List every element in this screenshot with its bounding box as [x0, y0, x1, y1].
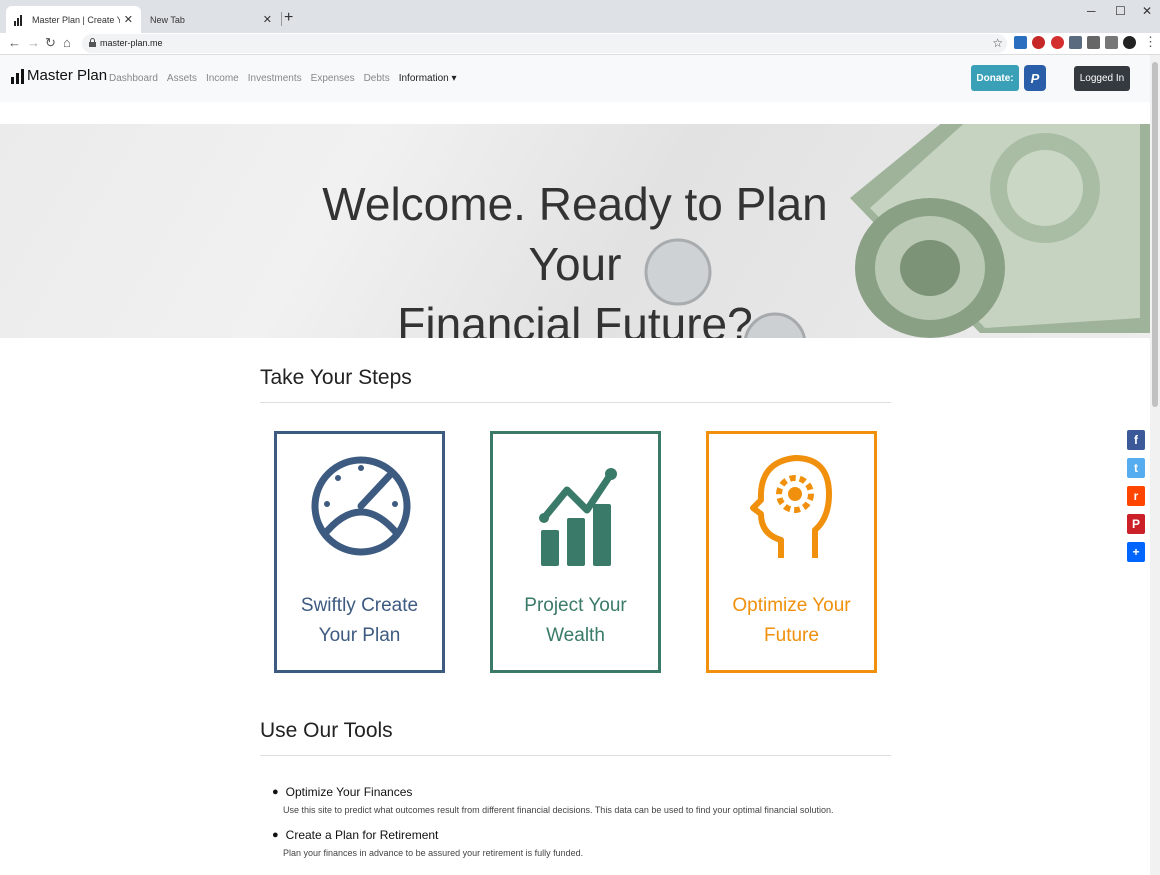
nav-link-debts[interactable]: Debts — [364, 73, 390, 84]
new-tab-button[interactable]: + — [284, 9, 293, 27]
bullet-icon: ● — [272, 829, 279, 841]
browser-menu-icon[interactable]: ⋮ — [1144, 34, 1157, 50]
tab-close-icon[interactable]: ✕ — [124, 13, 133, 26]
bullet-icon: ● — [272, 786, 279, 798]
tab-divider — [281, 12, 282, 26]
home-button[interactable]: ⌂ — [63, 35, 71, 50]
facebook-share-icon[interactable]: f — [1127, 430, 1145, 450]
steps-heading: Take Your Steps — [260, 366, 412, 389]
donate-button[interactable]: Donate: — [971, 65, 1019, 91]
head-gear-icon — [750, 455, 832, 558]
tab-master-plan[interactable]: Master Plan | Create Your Financ ✕ — [6, 6, 141, 33]
extension-icon[interactable] — [1014, 36, 1027, 49]
tools-heading: Use Our Tools — [260, 719, 393, 742]
extension-icon[interactable] — [1051, 36, 1064, 49]
chart-logo-icon — [11, 68, 24, 84]
card-create-plan[interactable]: Swiftly Create Your Plan — [274, 431, 445, 673]
avatar[interactable] — [1123, 36, 1136, 49]
media-icon[interactable] — [1105, 36, 1118, 49]
card-label-line2: Future — [764, 625, 819, 646]
maximize-button[interactable]: ☐ — [1115, 4, 1126, 18]
card-label-line1: Project Your — [524, 595, 627, 616]
hero-title: Welcome. Ready to Plan Your Financial Fu… — [290, 174, 860, 338]
back-button[interactable]: ← — [8, 35, 21, 50]
information-dropdown[interactable]: Information ▾ — [399, 73, 457, 84]
nav-link-expenses[interactable]: Expenses — [311, 73, 355, 84]
scrollbar-thumb[interactable] — [1152, 62, 1158, 407]
card-label-line2: Your Plan — [318, 625, 401, 646]
brand-name: Master Plan — [27, 67, 108, 84]
tab-close-icon[interactable]: ✕ — [263, 13, 272, 26]
tab-title: New Tab — [150, 14, 185, 25]
bookmark-star-icon[interactable]: ☆ — [992, 36, 1003, 50]
hero-banner: Welcome. Ready to Plan Your Financial Fu… — [0, 124, 1150, 338]
minimize-button[interactable]: ─ — [1087, 4, 1096, 18]
address-bar[interactable]: master-plan.me ☆ — [82, 34, 1007, 53]
card-label-line1: Swiftly Create — [300, 595, 419, 616]
card-optimize-future[interactable]: Optimize Your Future — [706, 431, 877, 673]
nav-link-investments[interactable]: Investments — [248, 73, 302, 84]
puzzle-icon[interactable] — [1087, 36, 1100, 49]
list-item: ● Optimize Your Finances Use this site to… — [272, 785, 912, 815]
pinterest-share-icon[interactable]: P — [1127, 514, 1145, 534]
tab-new-tab[interactable]: New Tab ✕ — [142, 6, 280, 33]
speedometer-icon — [311, 456, 411, 556]
growth-chart-icon — [539, 468, 617, 566]
tab-title: Master Plan | Create Your Financ — [32, 14, 120, 25]
nav-link-dashboard[interactable]: Dashboard — [109, 73, 158, 84]
card-label-line1: Optimize Your — [732, 595, 851, 616]
card-label: Optimize Your Future — [709, 591, 874, 651]
url-text: master-plan.me — [100, 38, 163, 48]
twitter-share-icon[interactable]: t — [1127, 458, 1145, 478]
divider — [260, 402, 891, 403]
extension-icon[interactable] — [1069, 36, 1082, 49]
tool-description: Plan your finances in advance to be assu… — [283, 848, 584, 858]
card-project-wealth[interactable]: Project Your Wealth — [490, 431, 661, 673]
lock-icon — [89, 38, 96, 47]
extension-icon[interactable] — [1032, 36, 1045, 49]
money-roll-image — [850, 124, 1150, 338]
logged-in-button[interactable]: Logged In — [1074, 66, 1130, 91]
tool-description: Use this site to predict what outcomes r… — [283, 805, 834, 815]
hero-title-line1: Welcome. Ready to Plan Your — [322, 178, 828, 290]
paypal-icon[interactable]: P — [1024, 65, 1046, 91]
reddit-share-icon[interactable]: r — [1127, 486, 1145, 506]
nav-link-assets[interactable]: Assets — [167, 73, 197, 84]
nav-link-income[interactable]: Income — [206, 73, 239, 84]
forward-button[interactable]: → — [27, 35, 40, 50]
list-item: ● Create a Plan for Retirement Plan your … — [272, 828, 912, 858]
tools-list: ● Optimize Your Finances Use this site to… — [272, 785, 912, 871]
divider — [260, 755, 891, 756]
reload-button[interactable]: ↻ — [45, 35, 56, 51]
brand-logo[interactable]: Master Plan — [11, 67, 107, 84]
close-window-button[interactable]: ✕ — [1142, 4, 1152, 18]
card-label: Project Your Wealth — [493, 591, 658, 651]
more-share-icon[interactable]: + — [1127, 542, 1145, 562]
hero-title-line2: Financial Future? — [397, 298, 753, 338]
site-favicon-icon — [14, 14, 26, 26]
browser-toolbar: ← → ↻ ⌂ master-plan.me ☆ ⋮ — [0, 33, 1160, 55]
site-navbar: Master Plan Dashboard Assets Income Inve… — [0, 55, 1150, 102]
card-label-line2: Wealth — [546, 625, 605, 646]
nav-links: Dashboard Assets Income Investments Expe… — [109, 73, 457, 84]
tool-title: Create a Plan for Retirement — [285, 828, 439, 842]
tool-title: Optimize Your Finances — [285, 785, 413, 799]
browser-tab-bar: Master Plan | Create Your Financ ✕ New T… — [0, 0, 1160, 33]
card-label: Swiftly Create Your Plan — [277, 591, 442, 651]
